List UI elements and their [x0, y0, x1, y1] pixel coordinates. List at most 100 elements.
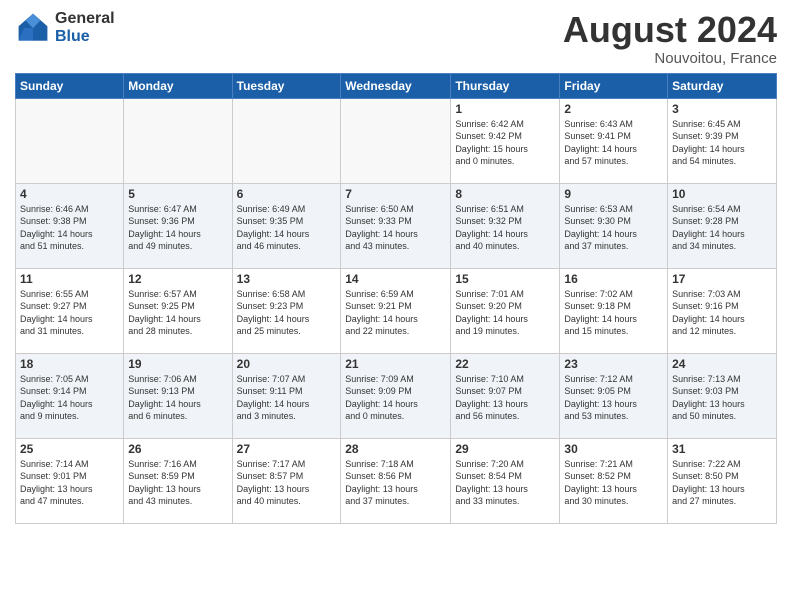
- day-cell: 5 Sunrise: 6:47 AM Sunset: 9:36 PM Daylig…: [124, 183, 232, 268]
- day-number: 4: [20, 187, 119, 201]
- logo-icon: [15, 10, 51, 46]
- day-number: 13: [237, 272, 337, 286]
- day-info: Sunrise: 7:22 AM Sunset: 8:50 PM Dayligh…: [672, 458, 772, 508]
- day-cell: 12Sunrise: 6:57 AM Sunset: 9:25 PM Dayli…: [124, 268, 232, 353]
- day-number: 3: [672, 102, 772, 116]
- day-info: Sunrise: 7:13 AM Sunset: 9:03 PM Dayligh…: [672, 373, 772, 423]
- day-info: Sunrise: 7:09 AM Sunset: 9:09 PM Dayligh…: [345, 373, 446, 423]
- day-number: 31: [672, 442, 772, 456]
- day-info: Sunrise: 7:17 AM Sunset: 8:57 PM Dayligh…: [237, 458, 337, 508]
- day-cell: 24 Sunrise: 7:13 AM Sunset: 9:03 PM Dayli…: [668, 353, 777, 438]
- day-info: Sunrise: 6:59 AM Sunset: 9:21 PM Dayligh…: [345, 288, 446, 338]
- day-cell: 30Sunrise: 7:21 AM Sunset: 8:52 PM Dayli…: [560, 438, 668, 523]
- day-cell: 1 Sunrise: 6:42 AM Sunset: 9:42 PM Daylig…: [451, 98, 560, 183]
- day-number: 1: [455, 102, 555, 116]
- day-cell: 28 Sunrise: 7:18 AM Sunset: 8:56 PM Dayli…: [341, 438, 451, 523]
- logo-text: General Blue: [55, 10, 115, 45]
- day-cell: 8 Sunrise: 6:51 AM Sunset: 9:32 PM Daylig…: [451, 183, 560, 268]
- day-info: Sunrise: 6:54 AM Sunset: 9:28 PM Dayligh…: [672, 203, 772, 253]
- day-cell: 10 Sunrise: 6:54 AM Sunset: 9:28 PM Dayli…: [668, 183, 777, 268]
- weekday-header-monday: Monday: [124, 73, 232, 98]
- day-cell: 16Sunrise: 7:02 AM Sunset: 9:18 PM Dayli…: [560, 268, 668, 353]
- day-info: Sunrise: 6:47 AM Sunset: 9:36 PM Dayligh…: [128, 203, 227, 253]
- day-info: Sunrise: 7:07 AM Sunset: 9:11 PM Dayligh…: [237, 373, 337, 423]
- day-number: 28: [345, 442, 446, 456]
- day-number: 26: [128, 442, 227, 456]
- empty-cell: [232, 98, 341, 183]
- day-number: 25: [20, 442, 119, 456]
- day-cell: 13 Sunrise: 6:58 AM Sunset: 9:23 PM Dayli…: [232, 268, 341, 353]
- day-cell: 9Sunrise: 6:53 AM Sunset: 9:30 PM Daylig…: [560, 183, 668, 268]
- day-number: 24: [672, 357, 772, 371]
- day-info: Sunrise: 7:10 AM Sunset: 9:07 PM Dayligh…: [455, 373, 555, 423]
- day-number: 19: [128, 357, 227, 371]
- day-number: 12: [128, 272, 227, 286]
- weekday-header-sunday: Sunday: [16, 73, 124, 98]
- day-cell: 21Sunrise: 7:09 AM Sunset: 9:09 PM Dayli…: [341, 353, 451, 438]
- day-info: Sunrise: 6:53 AM Sunset: 9:30 PM Dayligh…: [564, 203, 663, 253]
- title-block: August 2024 Nouvoitou, France: [563, 10, 777, 67]
- calendar-week-row: 11 Sunrise: 6:55 AM Sunset: 9:27 PM Dayli…: [16, 268, 777, 353]
- day-cell: 6 Sunrise: 6:49 AM Sunset: 9:35 PM Daylig…: [232, 183, 341, 268]
- day-number: 8: [455, 187, 555, 201]
- day-info: Sunrise: 6:49 AM Sunset: 9:35 PM Dayligh…: [237, 203, 337, 253]
- calendar-week-row: 25 Sunrise: 7:14 AM Sunset: 9:01 PM Dayli…: [16, 438, 777, 523]
- day-number: 11: [20, 272, 119, 286]
- day-cell: 23 Sunrise: 7:12 AM Sunset: 9:05 PM Dayli…: [560, 353, 668, 438]
- day-info: Sunrise: 6:42 AM Sunset: 9:42 PM Dayligh…: [455, 118, 555, 168]
- calendar-week-row: 4 Sunrise: 6:46 AM Sunset: 9:38 PM Daylig…: [16, 183, 777, 268]
- day-number: 17: [672, 272, 772, 286]
- weekday-header-row: SundayMondayTuesdayWednesdayThursdayFrid…: [16, 73, 777, 98]
- day-info: Sunrise: 7:01 AM Sunset: 9:20 PM Dayligh…: [455, 288, 555, 338]
- day-info: Sunrise: 7:12 AM Sunset: 9:05 PM Dayligh…: [564, 373, 663, 423]
- logo-blue-text: Blue: [55, 28, 115, 46]
- day-info: Sunrise: 7:21 AM Sunset: 8:52 PM Dayligh…: [564, 458, 663, 508]
- day-number: 10: [672, 187, 772, 201]
- weekday-header-tuesday: Tuesday: [232, 73, 341, 98]
- logo-general-text: General: [55, 10, 115, 28]
- day-number: 5: [128, 187, 227, 201]
- day-info: Sunrise: 7:06 AM Sunset: 9:13 PM Dayligh…: [128, 373, 227, 423]
- day-cell: 20Sunrise: 7:07 AM Sunset: 9:11 PM Dayli…: [232, 353, 341, 438]
- day-info: Sunrise: 7:14 AM Sunset: 9:01 PM Dayligh…: [20, 458, 119, 508]
- day-cell: 2 Sunrise: 6:43 AM Sunset: 9:41 PM Daylig…: [560, 98, 668, 183]
- day-cell: 18Sunrise: 7:05 AM Sunset: 9:14 PM Dayli…: [16, 353, 124, 438]
- calendar-week-row: 1 Sunrise: 6:42 AM Sunset: 9:42 PM Daylig…: [16, 98, 777, 183]
- day-info: Sunrise: 7:20 AM Sunset: 8:54 PM Dayligh…: [455, 458, 555, 508]
- day-number: 7: [345, 187, 446, 201]
- day-number: 27: [237, 442, 337, 456]
- calendar-table: SundayMondayTuesdayWednesdayThursdayFrid…: [15, 73, 777, 524]
- day-cell: 26Sunrise: 7:16 AM Sunset: 8:59 PM Dayli…: [124, 438, 232, 523]
- page: General Blue August 2024 Nouvoitou, Fran…: [0, 0, 792, 612]
- day-cell: 19 Sunrise: 7:06 AM Sunset: 9:13 PM Dayli…: [124, 353, 232, 438]
- day-info: Sunrise: 6:58 AM Sunset: 9:23 PM Dayligh…: [237, 288, 337, 338]
- logo: General Blue: [15, 10, 115, 46]
- calendar-title: August 2024: [563, 10, 777, 50]
- day-number: 6: [237, 187, 337, 201]
- weekday-header-thursday: Thursday: [451, 73, 560, 98]
- day-cell: 7Sunrise: 6:50 AM Sunset: 9:33 PM Daylig…: [341, 183, 451, 268]
- day-cell: 25 Sunrise: 7:14 AM Sunset: 9:01 PM Dayli…: [16, 438, 124, 523]
- day-info: Sunrise: 7:18 AM Sunset: 8:56 PM Dayligh…: [345, 458, 446, 508]
- calendar-week-row: 18Sunrise: 7:05 AM Sunset: 9:14 PM Dayli…: [16, 353, 777, 438]
- day-number: 22: [455, 357, 555, 371]
- calendar-location: Nouvoitou, France: [563, 50, 777, 67]
- day-cell: 3Sunrise: 6:45 AM Sunset: 9:39 PM Daylig…: [668, 98, 777, 183]
- day-number: 23: [564, 357, 663, 371]
- day-info: Sunrise: 6:51 AM Sunset: 9:32 PM Dayligh…: [455, 203, 555, 253]
- day-number: 2: [564, 102, 663, 116]
- day-number: 18: [20, 357, 119, 371]
- empty-cell: [341, 98, 451, 183]
- day-number: 14: [345, 272, 446, 286]
- day-cell: 15 Sunrise: 7:01 AM Sunset: 9:20 PM Dayli…: [451, 268, 560, 353]
- weekday-header-friday: Friday: [560, 73, 668, 98]
- day-cell: 4 Sunrise: 6:46 AM Sunset: 9:38 PM Daylig…: [16, 183, 124, 268]
- day-number: 15: [455, 272, 555, 286]
- day-info: Sunrise: 6:55 AM Sunset: 9:27 PM Dayligh…: [20, 288, 119, 338]
- empty-cell: [16, 98, 124, 183]
- day-info: Sunrise: 6:46 AM Sunset: 9:38 PM Dayligh…: [20, 203, 119, 253]
- day-cell: 27 Sunrise: 7:17 AM Sunset: 8:57 PM Dayli…: [232, 438, 341, 523]
- day-info: Sunrise: 6:43 AM Sunset: 9:41 PM Dayligh…: [564, 118, 663, 168]
- day-cell: 29Sunrise: 7:20 AM Sunset: 8:54 PM Dayli…: [451, 438, 560, 523]
- weekday-header-saturday: Saturday: [668, 73, 777, 98]
